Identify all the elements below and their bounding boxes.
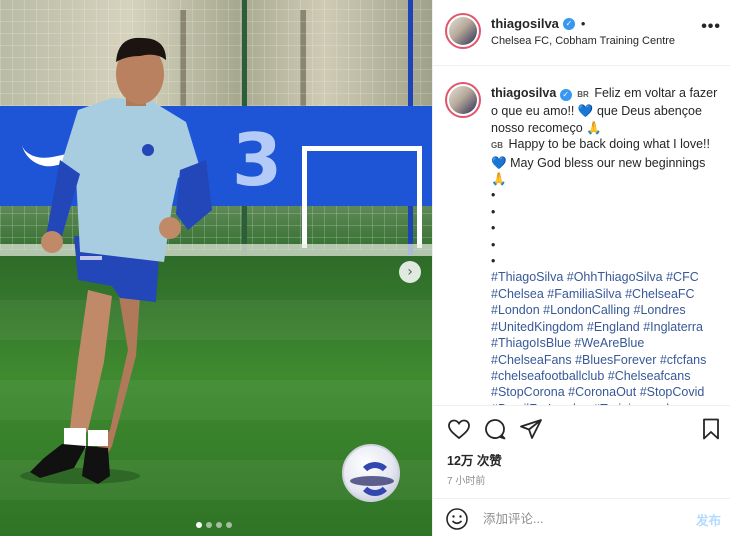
post-photo[interactable]: 3 › — [0, 0, 432, 536]
comment-bar: 发布 — [433, 498, 730, 536]
caption-text: thiagosilva ✓ BR Feliz em voltar a fazer… — [491, 85, 723, 405]
caption-line: May God bless our new beginnings — [510, 155, 706, 170]
carousel-dot-active — [196, 522, 202, 528]
emoji-smiley-icon[interactable] — [445, 507, 469, 531]
blue-heart-icon: 💙 — [491, 155, 507, 170]
caption-bullet: • — [491, 188, 496, 203]
post-timestamp[interactable]: 7 小时前 — [447, 472, 485, 487]
praying-hands-icon: 🙏 — [586, 120, 602, 135]
verified-badge-icon: ✓ — [559, 89, 572, 101]
more-options-icon[interactable]: ••• — [701, 18, 721, 36]
post-actions: 12万 次赞 7 小时前 发布 — [433, 405, 730, 536]
like-heart-icon[interactable] — [447, 417, 471, 441]
carousel-dot — [226, 522, 232, 528]
comment-input[interactable] — [483, 509, 673, 529]
hashtags[interactable]: #ThiagoSilva #OhhThiagoSilva #CFC #Chels… — [491, 270, 706, 405]
carousel-dot — [206, 522, 212, 528]
carousel-indicator — [196, 522, 232, 528]
next-arrow-icon[interactable]: › — [399, 261, 421, 283]
soccer-ball — [342, 444, 400, 502]
comment-icon[interactable] — [483, 417, 507, 441]
post-side-panel: thiagosilva ✓ • Chelsea FC, Cobham Train… — [432, 0, 730, 536]
bookmark-icon[interactable] — [699, 417, 723, 441]
avatar[interactable] — [445, 82, 481, 118]
avatar[interactable] — [445, 13, 481, 49]
carousel-dot — [216, 522, 222, 528]
location-link[interactable]: Chelsea FC, Cobham Training Centre — [491, 35, 675, 47]
caption-bullet: • — [491, 221, 496, 236]
caption-bullet: • — [491, 237, 496, 252]
brazil-flag-icon: BR — [577, 90, 589, 99]
caption-line: Happy to be back doing what I love!! — [508, 137, 710, 152]
caption-bullet: • — [491, 204, 496, 219]
post-header: thiagosilva ✓ • Chelsea FC, Cobham Train… — [433, 0, 730, 66]
caption-area[interactable]: thiagosilva ✓ BR Feliz em voltar a fazer… — [433, 67, 730, 405]
caption-bullet: • — [491, 254, 496, 269]
verified-badge-icon: ✓ — [562, 17, 575, 30]
caption-username-link[interactable]: thiagosilva — [491, 86, 556, 100]
username-link[interactable]: thiagosilva — [491, 16, 559, 31]
header-user: thiagosilva ✓ • — [491, 16, 585, 31]
uk-flag-icon: GB — [491, 141, 503, 151]
header-separator: • — [580, 16, 586, 31]
praying-hands-icon: 🙏 — [491, 172, 507, 187]
post-comment-button[interactable]: 发布 — [696, 510, 721, 529]
likes-count[interactable]: 12万 次赞 — [447, 450, 502, 469]
share-icon[interactable] — [519, 417, 543, 441]
blue-heart-icon: 💙 — [577, 104, 594, 119]
